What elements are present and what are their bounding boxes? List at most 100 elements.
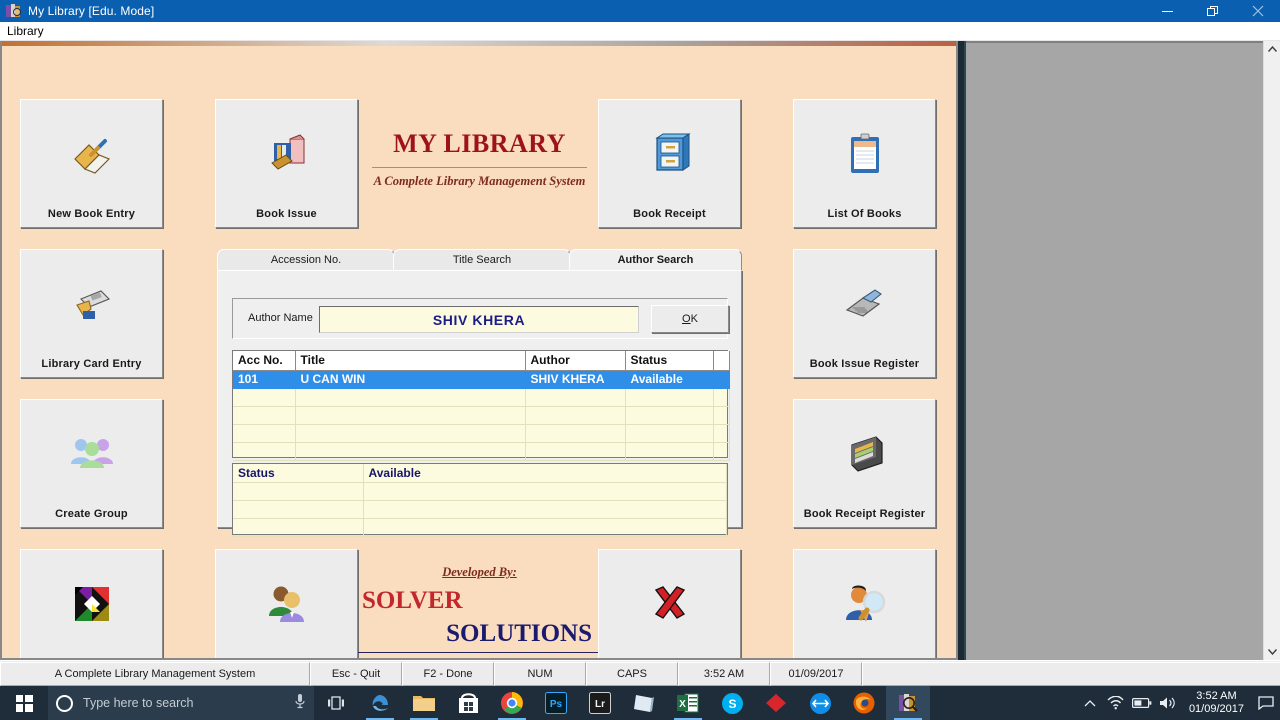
lightroom-icon: Lr (589, 692, 611, 714)
workspace-vertical-scrollbar[interactable] (1263, 41, 1280, 660)
results-table-head: Acc No. Title Author Status (233, 351, 730, 371)
button-label: Book Receipt (633, 208, 706, 220)
action-center-button[interactable] (1252, 686, 1280, 720)
table-row[interactable] (233, 442, 730, 461)
taskbar-app-file-explorer[interactable] (402, 686, 446, 720)
minimize-button[interactable] (1145, 0, 1190, 22)
author-name-input[interactable]: SHIV KHERA (319, 306, 639, 333)
file-cabinet-icon (599, 100, 740, 208)
table-row[interactable] (233, 424, 730, 443)
button-user-info[interactable]: User Info (215, 549, 358, 658)
clock-date: 01/09/2017 (1188, 703, 1244, 715)
taskbar-app-red-diamond[interactable] (754, 686, 798, 720)
statusbar-caps-indicator: CAPS (586, 662, 678, 686)
search-tab-panel: Accession No. Title Search Author Search… (217, 249, 742, 537)
tab-author-search[interactable]: Author Search (569, 249, 742, 271)
cell-acc-no (233, 442, 296, 461)
button-ledger[interactable]: Ledger (793, 549, 936, 658)
svg-text:Ps: Ps (550, 699, 563, 710)
restore-button[interactable] (1190, 0, 1235, 22)
taskbar-app-teamviewer[interactable] (798, 686, 842, 720)
cell-title (295, 424, 526, 443)
table-row[interactable] (233, 406, 730, 425)
column-header-extra[interactable] (713, 351, 730, 371)
results-grid[interactable]: Acc No. Title Author Status 101 U CAN WI… (232, 350, 730, 461)
taskbar-app-notebook[interactable] (622, 686, 666, 720)
people-group-icon (21, 400, 162, 508)
taskbar-app-photoshop[interactable]: Ps (534, 686, 578, 720)
close-button[interactable] (1235, 0, 1280, 22)
statusbar-time: 3:52 AM (678, 662, 770, 686)
window-titlebar[interactable]: My Library [Edu. Mode] (0, 0, 1280, 22)
button-list-of-books[interactable]: List Of Books (793, 99, 936, 228)
ok-button[interactable]: OK (651, 305, 729, 333)
show-hidden-icons-button[interactable] (1077, 686, 1103, 720)
volume-button[interactable] (1155, 686, 1181, 720)
store-icon (458, 693, 478, 713)
tab-accession-no[interactable]: Accession No. (217, 249, 395, 271)
library-app-icon (6, 3, 22, 19)
menu-item-library[interactable]: Library (0, 24, 51, 38)
firefox-icon (853, 692, 875, 714)
button-book-issue-register[interactable]: Book Issue Register (793, 249, 936, 378)
system-tray: 3:52 AM 01/09/2017 (1077, 686, 1280, 720)
minimize-icon (1162, 10, 1173, 12)
scroll-down-arrow-icon[interactable] (1264, 643, 1280, 660)
taskbar-app-google-chrome[interactable] (490, 686, 534, 720)
user-magnifier-icon (794, 550, 935, 658)
microphone-icon[interactable] (294, 693, 306, 714)
start-button[interactable] (0, 686, 48, 720)
column-header-status[interactable]: Status (625, 351, 714, 371)
taskbar-app-microsoft-store[interactable] (446, 686, 490, 720)
tab-title-search[interactable]: Title Search (393, 249, 571, 271)
button-create-group[interactable]: Create Group (20, 399, 163, 528)
column-header-acc-no[interactable]: Acc No. (233, 351, 296, 371)
button-book-issue[interactable]: Book Issue (215, 99, 358, 228)
wifi-icon (1107, 696, 1124, 710)
button-label: Book Issue (256, 208, 317, 220)
button-label: Library Card Entry (41, 358, 142, 370)
button-book-receipt-register[interactable]: Book Receipt Register (793, 399, 936, 528)
svg-text:S: S (728, 697, 736, 711)
wifi-button[interactable] (1103, 686, 1129, 720)
button-new-book-entry[interactable]: New Book Entry (20, 99, 163, 228)
scroll-up-arrow-icon[interactable] (1264, 41, 1280, 58)
chevron-up-icon (1084, 699, 1096, 706)
windows-taskbar: Type here to search Ps Lr X S 3:52 AM 01… (0, 686, 1280, 720)
table-row[interactable] (233, 388, 730, 407)
button-book-receipt[interactable]: Book Receipt (598, 99, 741, 228)
cell-author (525, 442, 626, 461)
ok-button-label: OK (682, 313, 698, 325)
column-header-author[interactable]: Author (525, 351, 626, 371)
taskbar-app-firefox[interactable] (842, 686, 886, 720)
button-exit[interactable]: Exit (598, 549, 741, 658)
teamviewer-icon (809, 692, 831, 714)
cell-extra (713, 424, 730, 443)
button-library-card-entry[interactable]: Library Card Entry (20, 249, 163, 378)
column-header-title[interactable]: Title (295, 351, 526, 371)
detail-panel[interactable]: Status Available (232, 463, 728, 537)
taskbar-app-lightroom[interactable]: Lr (578, 686, 622, 720)
search-input[interactable]: Type here to search (48, 686, 314, 720)
restore-icon (1206, 6, 1218, 16)
taskbar-app-skype[interactable]: S (710, 686, 754, 720)
task-view-button[interactable] (314, 686, 358, 720)
folder-icon (413, 696, 435, 711)
cell-status (625, 424, 714, 443)
detail-value (363, 518, 727, 537)
table-row[interactable]: 101 U CAN WIN SHIV KHERA Available (233, 370, 730, 389)
cell-title (295, 388, 526, 407)
scrollbar-track[interactable] (1264, 58, 1280, 643)
taskbar-app-my-library[interactable] (886, 686, 930, 720)
taskbar-clock[interactable]: 3:52 AM 01/09/2017 (1181, 690, 1252, 716)
cell-acc-no (233, 406, 296, 425)
button-label: Create Group (55, 508, 128, 520)
button-pending-books[interactable]: Pending Books (20, 549, 163, 658)
battery-button[interactable] (1129, 686, 1155, 720)
child-window-frame-edge-2 (964, 41, 966, 660)
results-table-body: 101 U CAN WIN SHIV KHERA Available (233, 370, 730, 461)
cell-title (295, 406, 526, 425)
button-label: Book Receipt Register (803, 508, 926, 520)
taskbar-app-edge[interactable] (358, 686, 402, 720)
taskbar-app-excel[interactable]: X (666, 686, 710, 720)
